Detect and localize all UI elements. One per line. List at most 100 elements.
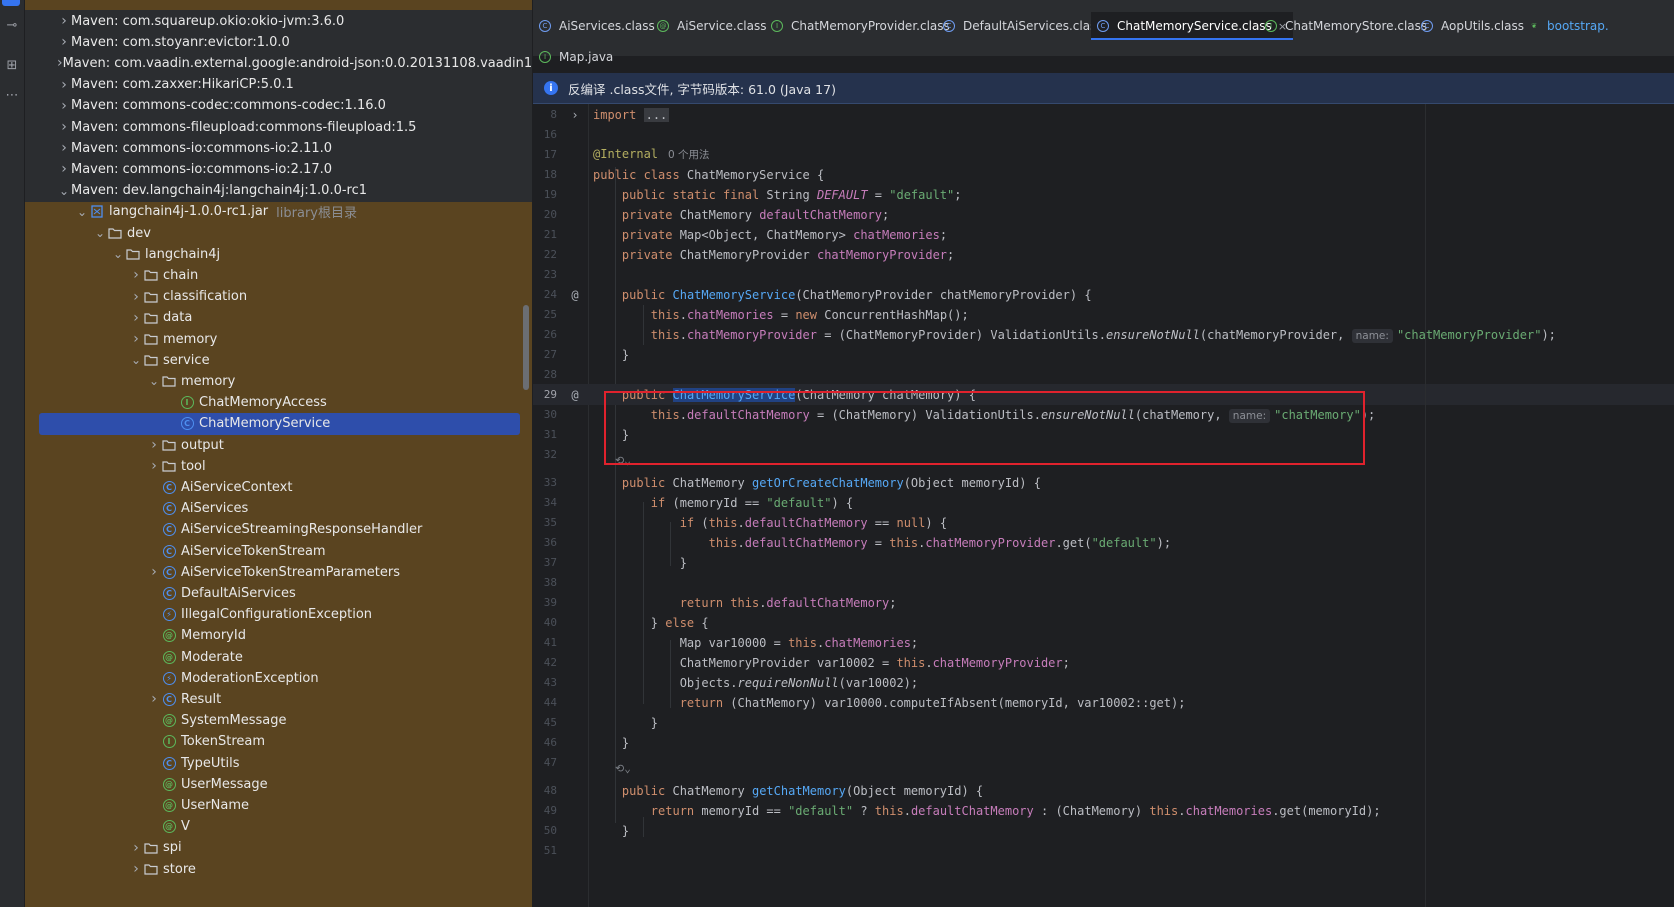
editor-tab[interactable]: C AopUtils.class	[1415, 12, 1530, 40]
code-line[interactable]: 45 }	[533, 712, 1674, 733]
tree-row[interactable]: ⚡ ModerationException	[25, 667, 532, 689]
tree-row[interactable]: › Maven: commons-codec:commons-codec:1.16…	[25, 94, 532, 117]
commit-icon[interactable]: ⊸	[0, 12, 24, 38]
chevron-right-icon[interactable]: ›	[129, 331, 143, 347]
chevron-right-icon[interactable]: ›	[129, 861, 143, 877]
tree-row[interactable]: ⌄ dev	[25, 222, 532, 244]
code-line[interactable]: 37 }	[533, 552, 1674, 573]
chevron-right-icon[interactable]: ›	[57, 77, 71, 93]
code-line[interactable]: 18 public class ChatMemoryService {	[533, 164, 1674, 185]
usage-count[interactable]: 0 个用法	[668, 149, 710, 161]
chevron-right-icon[interactable]: ›	[57, 98, 71, 114]
editor-tab[interactable]: C DefaultAiServices.class	[937, 12, 1109, 40]
tree-row[interactable]: I ChatMemoryAccess	[25, 392, 532, 414]
fold-chevron-icon[interactable]: ›	[557, 108, 593, 122]
folded-code[interactable]: ...	[643, 107, 670, 122]
chevron-down-icon[interactable]: ⌄	[93, 226, 107, 240]
chevron-right-icon[interactable]: ›	[57, 119, 71, 135]
chevron-right-icon[interactable]: ›	[147, 458, 161, 474]
editor-tab[interactable]: I ChatMemoryStore.class	[1259, 12, 1433, 40]
editor-tab[interactable]: I Map.java	[533, 43, 619, 71]
code-line[interactable]: 49 return memoryId == "default" ? this.d…	[533, 800, 1674, 821]
code-line[interactable]: 44 return (ChatMemory) var10000.computeI…	[533, 692, 1674, 713]
code-line[interactable]: 26 this.chatMemoryProvider = (ChatMemory…	[533, 324, 1674, 345]
chevron-right-icon[interactable]: ›	[129, 289, 143, 305]
chevron-right-icon[interactable]: ›	[147, 691, 161, 707]
code-line[interactable]: 50 }	[533, 820, 1674, 841]
tree-row[interactable]: › output	[25, 434, 532, 456]
code-line[interactable]: 43 Objects.requireNonNull(var10002);	[533, 672, 1674, 693]
code-line[interactable]: 47	[533, 752, 1674, 773]
tree-row[interactable]: › C AiServiceTokenStreamParameters	[25, 561, 532, 583]
code-line[interactable]: 22 private ChatMemoryProvider chatMemory…	[533, 244, 1674, 265]
tree-row[interactable]: @ SystemMessage	[25, 710, 532, 732]
tree-row[interactable]: C AiServices	[25, 498, 532, 520]
chevron-down-icon[interactable]: ⌄	[129, 353, 143, 367]
tree-row[interactable]: ⌄ Maven: dev.langchain4j:langchain4j:1.0.…	[25, 179, 532, 202]
chevron-right-icon[interactable]: ›	[147, 564, 161, 580]
chevron-right-icon[interactable]: ›	[57, 13, 71, 29]
chevron-down-icon[interactable]: ⌄	[147, 374, 161, 388]
tree-row[interactable]: ⌄ service	[25, 349, 532, 371]
project-tool-button[interactable]	[2, 0, 20, 6]
code-line[interactable]: 33 public ChatMemory getOrCreateChatMemo…	[533, 472, 1674, 493]
tree-row[interactable]: › memory	[25, 328, 532, 350]
tree-row[interactable]: › store	[25, 858, 532, 880]
code-line[interactable]: 35 if (this.defaultChatMemory == null) {	[533, 512, 1674, 533]
code-line[interactable]: 21 private Map<Object, ChatMemory> chatM…	[533, 224, 1674, 245]
tree-row[interactable]: › C Result	[25, 688, 532, 710]
tree-row[interactable]: C DefaultAiServices	[25, 582, 532, 604]
tree-row[interactable]: › Maven: com.vaadin.external.google:andro…	[25, 52, 532, 75]
chevron-right-icon[interactable]: ›	[129, 840, 143, 856]
tree-row[interactable]: C AiServiceTokenStream	[25, 540, 532, 562]
code-line[interactable]: 41 Map var10000 = this.chatMemories;	[533, 632, 1674, 653]
chevron-right-icon[interactable]: ›	[129, 310, 143, 326]
code-line[interactable]: 19 public static final String DEFAULT = …	[533, 184, 1674, 205]
tree-row[interactable]: @ Moderate	[25, 646, 532, 668]
code-line[interactable]: 28	[533, 364, 1674, 385]
code-line[interactable]: 16	[533, 124, 1674, 145]
code-line[interactable]: 34 if (memoryId == "default") {	[533, 492, 1674, 513]
code-line[interactable]: 48 public ChatMemory getChatMemory(Objec…	[533, 780, 1674, 801]
code-editor[interactable]: 8 › import ... 16 17 @Internal 0 个用法 18 public c…	[533, 104, 1674, 907]
more-icon[interactable]: ⋯	[0, 82, 24, 108]
editor-tab[interactable]: ❦ bootstrap.	[1523, 12, 1615, 40]
inheritor-lens-icon[interactable]: ⟲⌄	[615, 762, 631, 775]
tree-row[interactable]: › Maven: commons-io:commons-io:2.17.0	[25, 158, 532, 181]
code-line[interactable]: 23	[533, 264, 1674, 285]
tree-row[interactable]: @ MemoryId	[25, 625, 532, 647]
tree-row[interactable]: @ UserName	[25, 794, 532, 816]
code-line[interactable]: 36 this.defaultChatMemory = this.chatMem…	[533, 532, 1674, 553]
chevron-down-icon[interactable]: ⌄	[111, 247, 125, 261]
tree-row[interactable]: C AiServiceContext	[25, 476, 532, 498]
tree-row[interactable]: ⌄ memory	[25, 370, 532, 392]
chevron-down-icon[interactable]: ⌄	[75, 205, 89, 219]
tree-row[interactable]: ⚡ IllegalConfigurationException	[25, 604, 532, 626]
code-line[interactable]: 25 this.chatMemories = new ConcurrentHas…	[533, 304, 1674, 325]
tree-row[interactable]: › data	[25, 307, 532, 329]
tree-row[interactable]: › Maven: commons-fileupload:commons-fileu…	[25, 116, 532, 138]
chevron-right-icon[interactable]: ›	[57, 140, 71, 156]
code-line[interactable]: 40 } else {	[533, 612, 1674, 633]
chevron-right-icon[interactable]: ›	[57, 161, 71, 177]
tree-row[interactable]: › classification	[25, 286, 532, 308]
code-line[interactable]: 27 }	[533, 344, 1674, 365]
tree-row[interactable]: › spi	[25, 837, 532, 859]
tree-row[interactable]: @ V	[25, 816, 532, 838]
tree-row[interactable]: I TokenStream	[25, 731, 532, 753]
structure-icon[interactable]: ⊞	[0, 52, 24, 78]
annotation-gutter-icon[interactable]: @	[557, 388, 593, 402]
editor-tab[interactable]: C AiServices.class	[533, 12, 661, 40]
editor-tab[interactable]: I ChatMemoryProvider.class	[765, 12, 956, 40]
code-line[interactable]: 51	[533, 840, 1674, 861]
tree-row[interactable]: › Maven: com.stoyanr:evictor:1.0.0	[25, 31, 532, 54]
code-line[interactable]: 46 }	[533, 732, 1674, 753]
code-line[interactable]: 39 return this.defaultChatMemory;	[533, 592, 1674, 613]
chevron-right-icon[interactable]: ›	[129, 267, 143, 283]
code-line[interactable]: 17 @Internal 0 个用法	[533, 144, 1674, 165]
code-line[interactable]: 20 private ChatMemory defaultChatMemory;	[533, 204, 1674, 225]
chevron-right-icon[interactable]: ›	[147, 437, 161, 453]
editor-tab[interactable]: @ AiService.class	[651, 12, 773, 40]
tree-row[interactable]: › tool	[25, 455, 532, 477]
annotation-gutter-icon[interactable]: @	[557, 288, 593, 302]
